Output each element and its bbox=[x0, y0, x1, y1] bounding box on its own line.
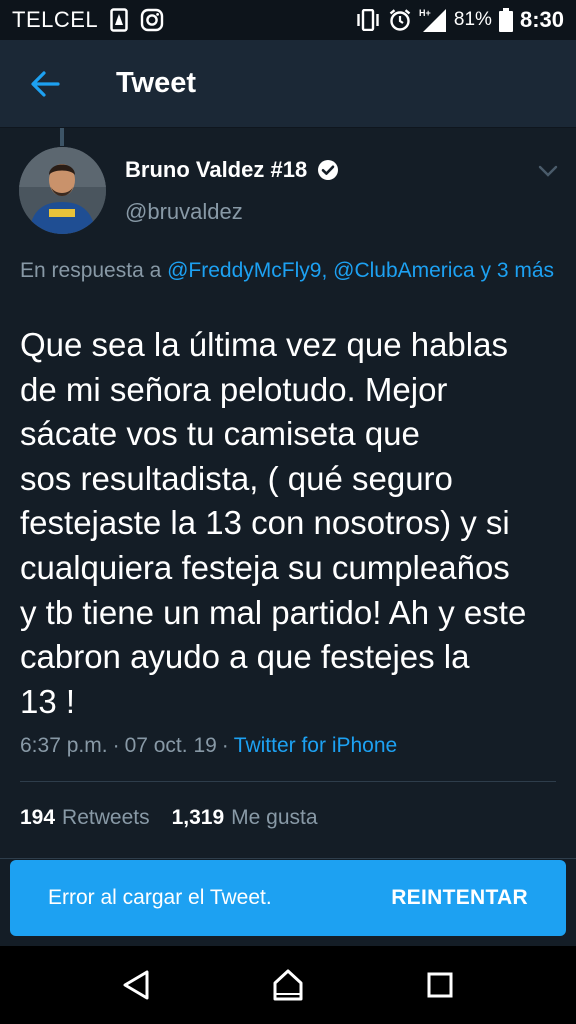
nav-home-button[interactable] bbox=[258, 955, 318, 1015]
status-bar: TELCEL H+ 81% 8:30 bbox=[0, 0, 576, 40]
nav-recents-button[interactable] bbox=[410, 955, 470, 1015]
triangle-back-icon bbox=[123, 970, 149, 1000]
signal-icon: H+ bbox=[419, 7, 447, 33]
likes-count[interactable]: 1,319 bbox=[172, 806, 225, 830]
snackbar-message: Error al cargar el Tweet. bbox=[48, 886, 272, 909]
battery-icon bbox=[498, 8, 513, 32]
author-name: Bruno Valdez #18 bbox=[125, 157, 308, 182]
tweet-source-link[interactable]: Twitter for iPhone bbox=[234, 734, 397, 758]
meta-separator: · bbox=[112, 734, 120, 757]
chevron-down-icon bbox=[538, 165, 558, 177]
app-bar: Tweet bbox=[0, 40, 576, 128]
tweet-text: Que sea la última vez que hablas de mi s… bbox=[20, 326, 527, 720]
svg-text:H+: H+ bbox=[419, 8, 431, 18]
likes-label[interactable]: Me gusta bbox=[231, 806, 317, 830]
error-snackbar: Error al cargar el Tweet. REINTENTAR bbox=[10, 860, 566, 936]
tweet-meta: 6:37 p.m. · 07 oct. 19 · Twitter for iPh… bbox=[20, 734, 397, 758]
reply-prefix: En respuesta a bbox=[20, 259, 162, 282]
reply-mentions-link[interactable]: @FreddyMcFly9, @ClubAmerica y 3 más bbox=[167, 259, 554, 282]
battery-percent: 81% bbox=[453, 9, 492, 30]
tweet-date: 07 oct. 19 bbox=[124, 734, 217, 757]
nav-back-button[interactable] bbox=[106, 955, 166, 1015]
home-icon bbox=[273, 969, 303, 1001]
thread-connector bbox=[60, 128, 64, 146]
clock: 8:30 bbox=[519, 7, 564, 32]
author-name-row[interactable]: Bruno Valdez #18 bbox=[125, 157, 339, 183]
divider bbox=[20, 781, 556, 782]
system-nav-bar bbox=[0, 946, 576, 1024]
vibrate-icon bbox=[355, 9, 381, 31]
retweets-count[interactable]: 194 bbox=[20, 806, 55, 830]
back-button[interactable] bbox=[0, 40, 90, 128]
verified-badge-icon bbox=[318, 160, 339, 180]
tweet-time: 6:37 p.m. bbox=[20, 734, 108, 757]
retweets-label[interactable]: Retweets bbox=[62, 806, 150, 830]
arrow-left-icon bbox=[31, 70, 60, 97]
meta-separator: · bbox=[221, 734, 229, 757]
square-recents-icon bbox=[427, 972, 453, 998]
sim-icon bbox=[110, 8, 128, 32]
tweet-stats: 194 Retweets 1,319 Me gusta bbox=[20, 806, 340, 830]
reply-context: En respuesta a @FreddyMcFly9, @ClubAmeri… bbox=[20, 256, 556, 286]
retry-button[interactable]: REINTENTAR bbox=[391, 886, 528, 910]
divider bbox=[0, 858, 576, 859]
instagram-icon bbox=[140, 8, 164, 32]
tweet-options-button[interactable] bbox=[538, 164, 558, 183]
carrier-label: TELCEL bbox=[12, 7, 99, 32]
alarm-icon bbox=[388, 8, 412, 32]
page-title: Tweet bbox=[116, 67, 197, 99]
avatar[interactable] bbox=[19, 147, 106, 234]
author-handle[interactable]: @bruvaldez bbox=[125, 199, 243, 225]
